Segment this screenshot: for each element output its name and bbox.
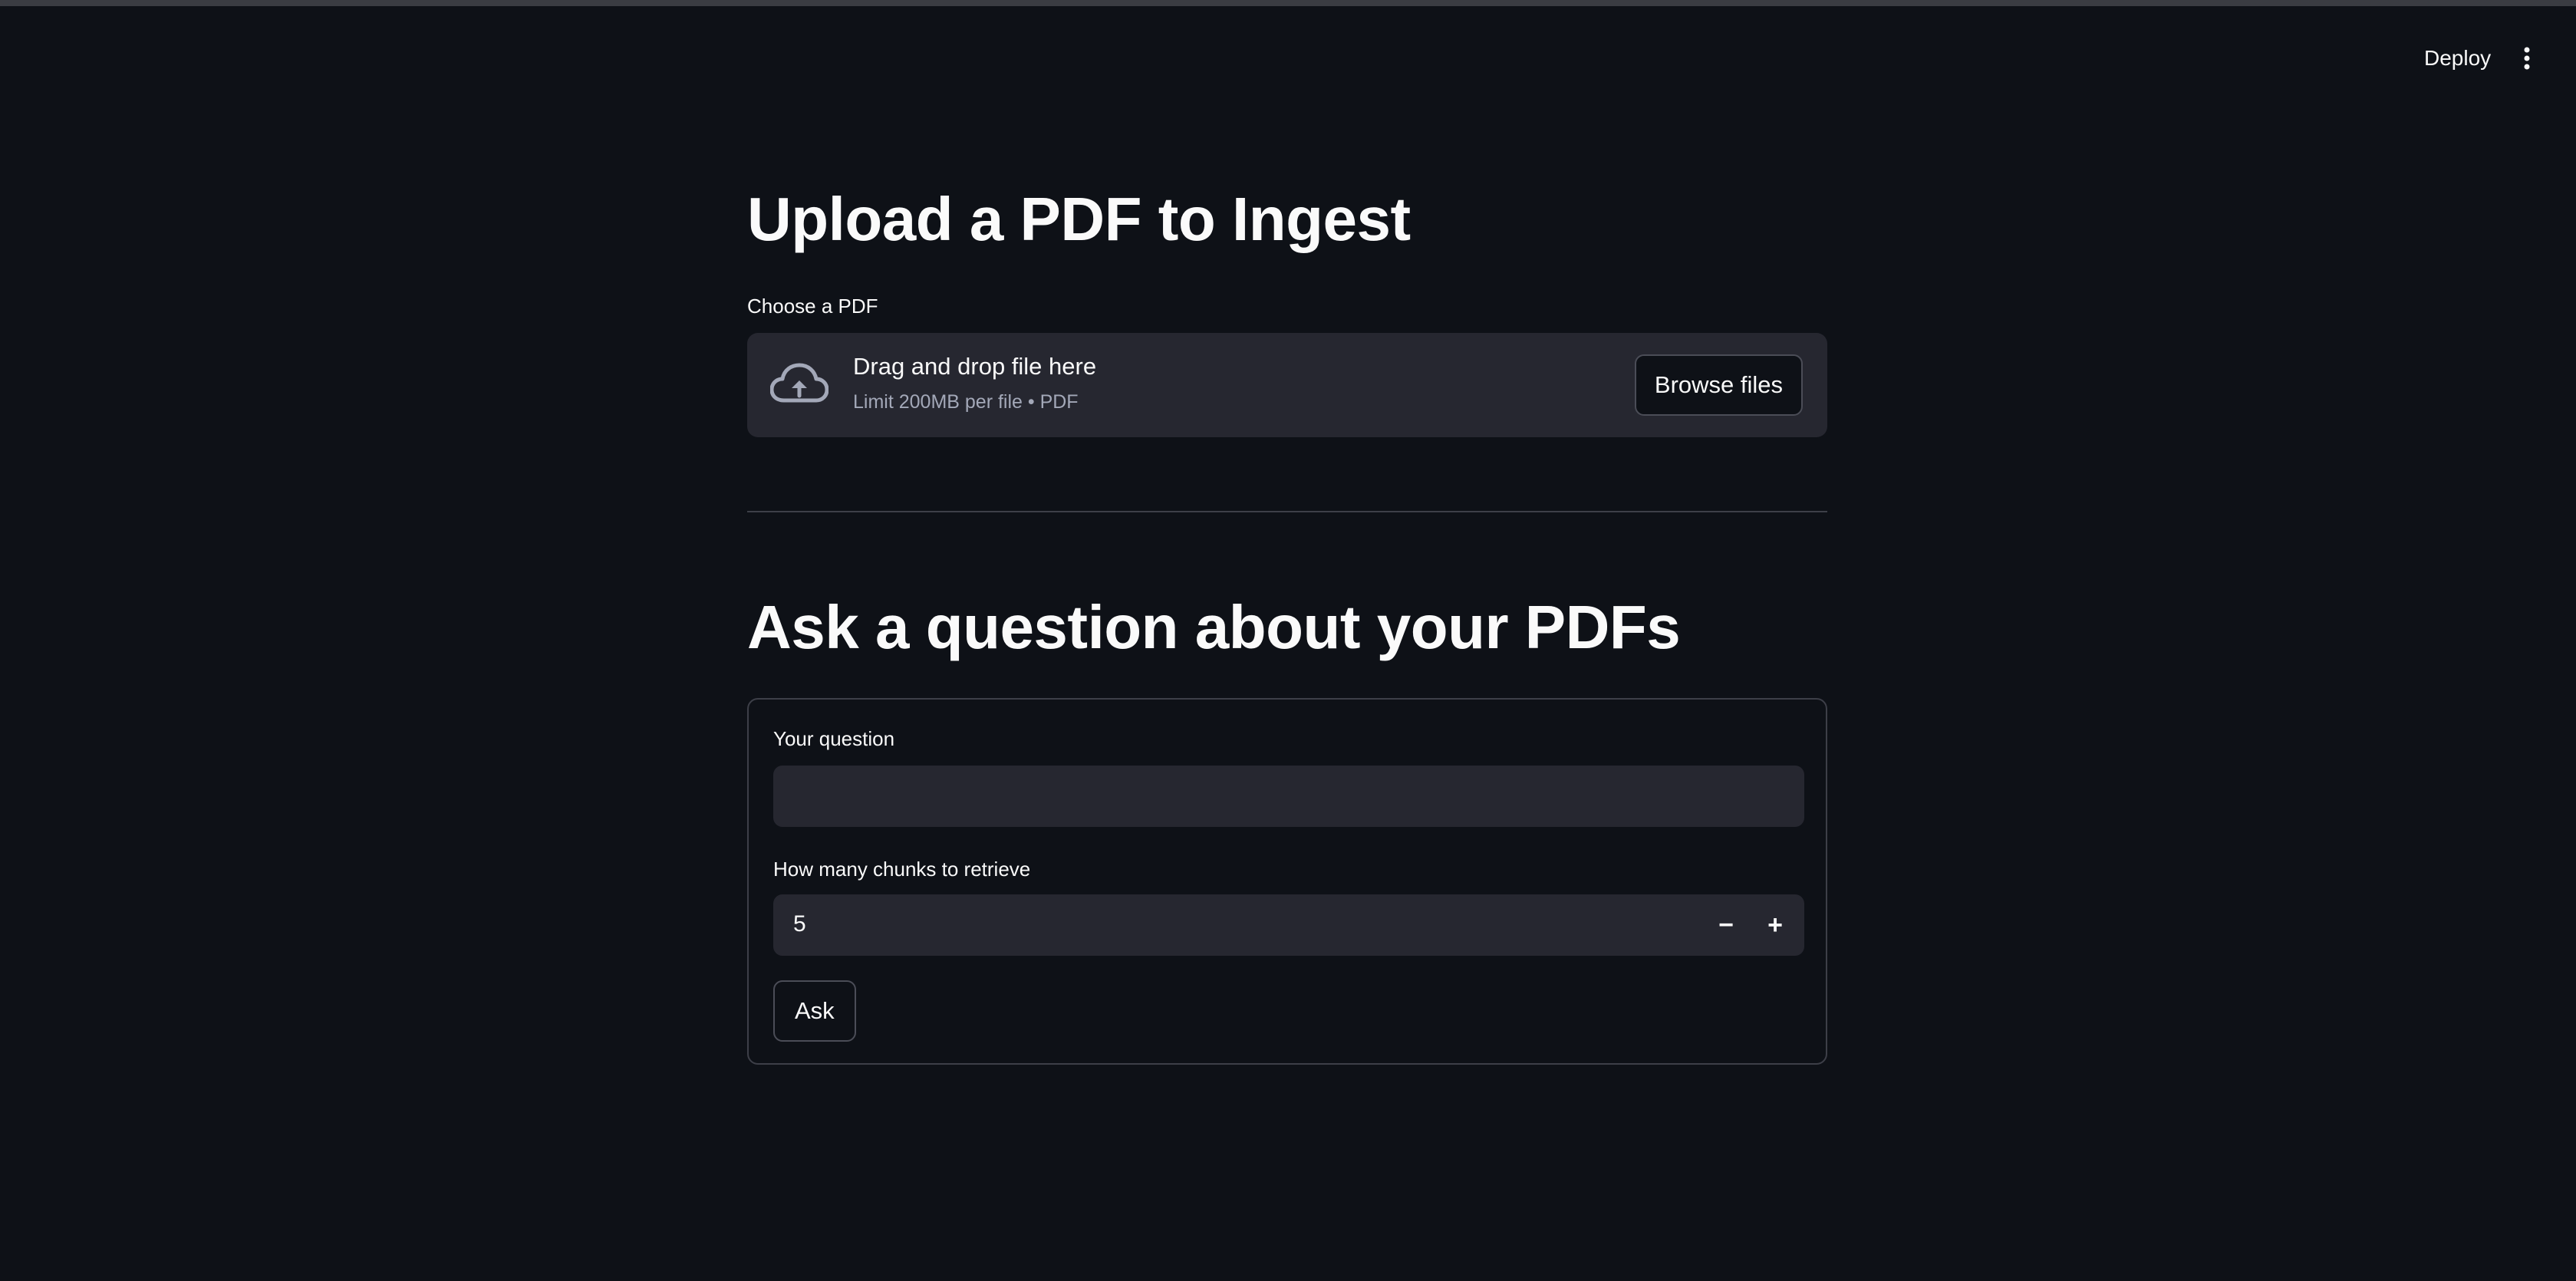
question-label: Your question [773, 727, 895, 750]
section-divider [747, 511, 1827, 512]
increment-button[interactable]: + [1752, 902, 1798, 948]
uploader-label: Choose a PDF [747, 295, 878, 318]
dropzone-title: Drag and drop file here [853, 353, 1097, 380]
question-form: Your question How many chunks to retriev… [747, 698, 1827, 1065]
cloud-upload-icon [770, 363, 828, 403]
chunks-label: How many chunks to retrieve [773, 858, 1031, 881]
ask-button[interactable]: Ask [773, 980, 856, 1042]
browse-files-button[interactable]: Browse files [1634, 354, 1803, 416]
file-dropzone[interactable]: Drag and drop file here Limit 200MB per … [747, 333, 1827, 437]
chunks-value[interactable]: 5 [793, 911, 806, 937]
main-content: Upload a PDF to Ingest Choose a PDF Drag… [747, 0, 1827, 1281]
decrement-button[interactable]: − [1703, 902, 1749, 948]
ask-title: Ask a question about your PDFs [747, 593, 1681, 661]
deploy-button[interactable]: Deploy [2409, 37, 2506, 80]
main-menu-button[interactable] [2508, 37, 2545, 80]
question-input[interactable] [773, 766, 1804, 827]
dropzone-limit-text: Limit 200MB per file • PDF [853, 391, 1079, 413]
chunks-number-input[interactable]: 5 − + [773, 894, 1804, 956]
more-vertical-icon [2524, 47, 2530, 70]
upload-title: Upload a PDF to Ingest [747, 185, 1411, 253]
